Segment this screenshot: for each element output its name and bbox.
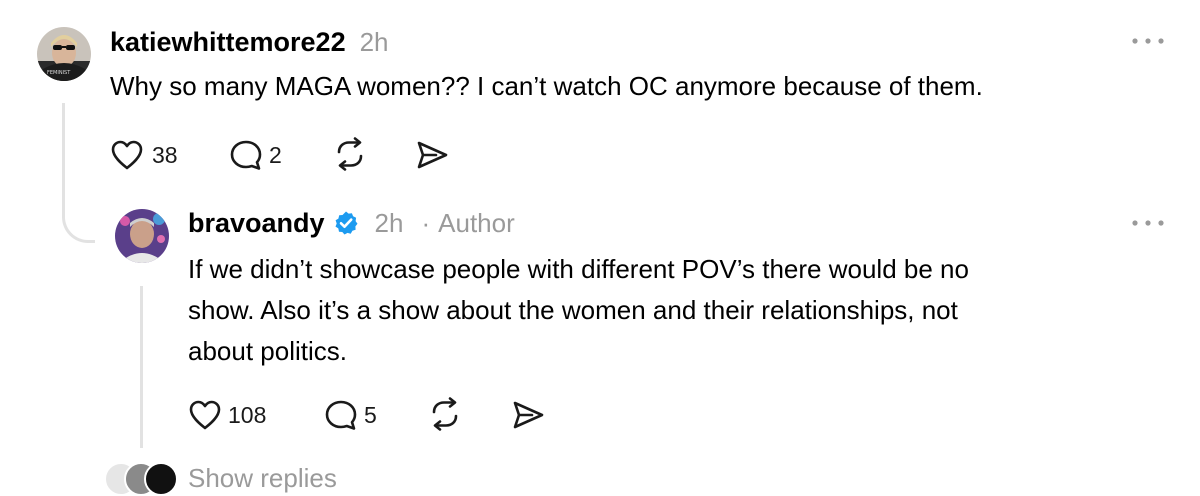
thread-line <box>140 286 143 448</box>
separator-dot: · <box>421 208 431 238</box>
timestamp[interactable]: 2h <box>375 207 404 239</box>
repost-icon <box>337 137 363 171</box>
comment-text-line: about politics. <box>188 336 347 366</box>
comment-text-line: show. Also it’s a show about the women a… <box>188 295 958 325</box>
action-repost[interactable] <box>427 397 463 436</box>
action-repost[interactable] <box>332 137 368 176</box>
action-comment[interactable]: 2 <box>229 139 282 171</box>
svg-text:FEMINIST: FEMINIST <box>47 70 71 76</box>
show-replies-row[interactable]: Show replies <box>104 462 337 496</box>
share-icon <box>417 141 448 169</box>
verified-badge-icon <box>335 211 358 235</box>
username[interactable]: katiewhittemore22 <box>110 26 346 58</box>
action-like[interactable]: 38 <box>110 139 178 171</box>
action-share[interactable] <box>414 139 450 176</box>
avatar <box>144 462 178 496</box>
repost-icon <box>432 397 458 431</box>
more-dots-icon[interactable] <box>1130 216 1166 230</box>
share-icon <box>513 401 544 429</box>
thread-line <box>62 103 65 213</box>
comment-text-line: If we didn’t showcase people with differ… <box>188 254 969 284</box>
heart-icon <box>189 400 221 430</box>
avatar[interactable] <box>115 209 169 263</box>
comment-icon <box>325 400 357 430</box>
comment-header: katiewhittemore22 2h <box>110 26 389 58</box>
action-like[interactable]: 108 <box>188 399 266 431</box>
comment-text: Why so many MAGA women?? I can’t watch O… <box>110 71 983 101</box>
avatar-image: FEMINIST <box>37 27 91 81</box>
more-dots-icon[interactable] <box>1130 34 1166 48</box>
reply-count: 2 <box>269 142 282 168</box>
action-comment[interactable]: 5 <box>324 399 377 431</box>
comment-header: bravoandy 2h · Author <box>188 207 515 239</box>
show-replies-link[interactable]: Show replies <box>188 462 337 494</box>
reply-count: 5 <box>364 402 377 428</box>
thread-line-curve <box>62 200 95 243</box>
comment-icon <box>230 140 262 170</box>
like-count: 108 <box>228 402 267 428</box>
author-label: Author <box>438 208 515 238</box>
timestamp[interactable]: 2h <box>360 26 389 58</box>
username[interactable]: bravoandy <box>188 207 325 239</box>
heart-icon <box>111 140 143 170</box>
comment-text: If we didn’t showcase people with differ… <box>188 249 1148 372</box>
like-count: 38 <box>152 142 178 168</box>
avatar-image <box>115 209 169 263</box>
avatar[interactable]: FEMINIST <box>37 27 91 81</box>
action-share[interactable] <box>510 399 546 436</box>
